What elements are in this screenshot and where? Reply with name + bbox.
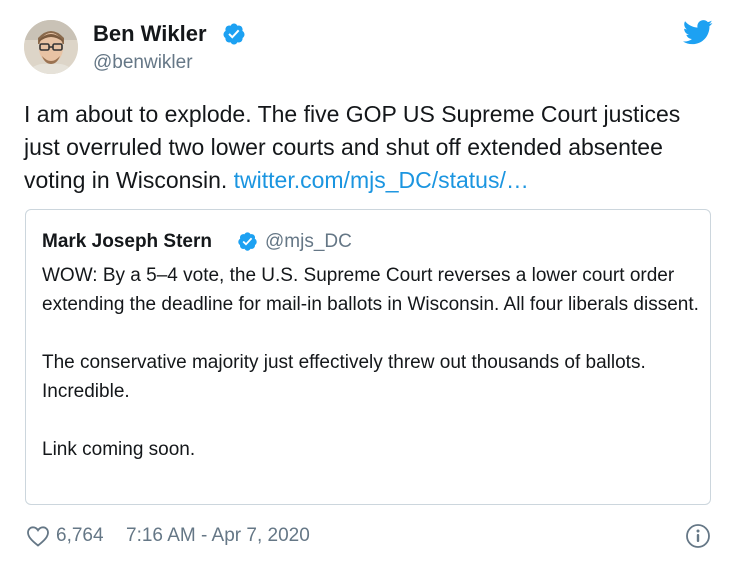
heart-icon[interactable] — [26, 525, 50, 547]
quoted-tweet-card[interactable]: Mark Joseph Stern @mjs_DC WOW: By a 5–4 … — [25, 209, 711, 505]
avatar[interactable] — [24, 20, 78, 74]
timestamp[interactable]: 7:16 AM - Apr 7, 2020 — [126, 525, 310, 547]
verified-badge-icon — [223, 23, 245, 45]
avatar-photo-icon — [24, 20, 78, 74]
verified-badge-icon — [238, 232, 257, 251]
twitter-bird-icon[interactable] — [683, 20, 713, 45]
author-name[interactable]: Ben Wikler — [93, 21, 207, 47]
like-count[interactable]: 6,764 — [56, 525, 104, 547]
tweet-link[interactable]: twitter.com/mjs_DC/status/… — [234, 167, 529, 193]
tweet-text: I am about to explode. The five GOP US S… — [24, 98, 714, 197]
info-icon[interactable] — [685, 523, 711, 549]
quoted-tweet-text: WOW: By a 5–4 vote, the U.S. Supreme Cou… — [42, 261, 702, 464]
quoted-paragraph: The conservative majority just effective… — [42, 352, 646, 402]
quoted-author-handle: @mjs_DC — [265, 231, 352, 252]
author-handle[interactable]: @benwikler — [93, 52, 193, 74]
quoted-paragraph: Link coming soon. — [42, 439, 196, 460]
quoted-author-name: Mark Joseph Stern — [42, 231, 212, 252]
quoted-paragraph: WOW: By a 5–4 vote, the U.S. Supreme Cou… — [42, 265, 699, 315]
